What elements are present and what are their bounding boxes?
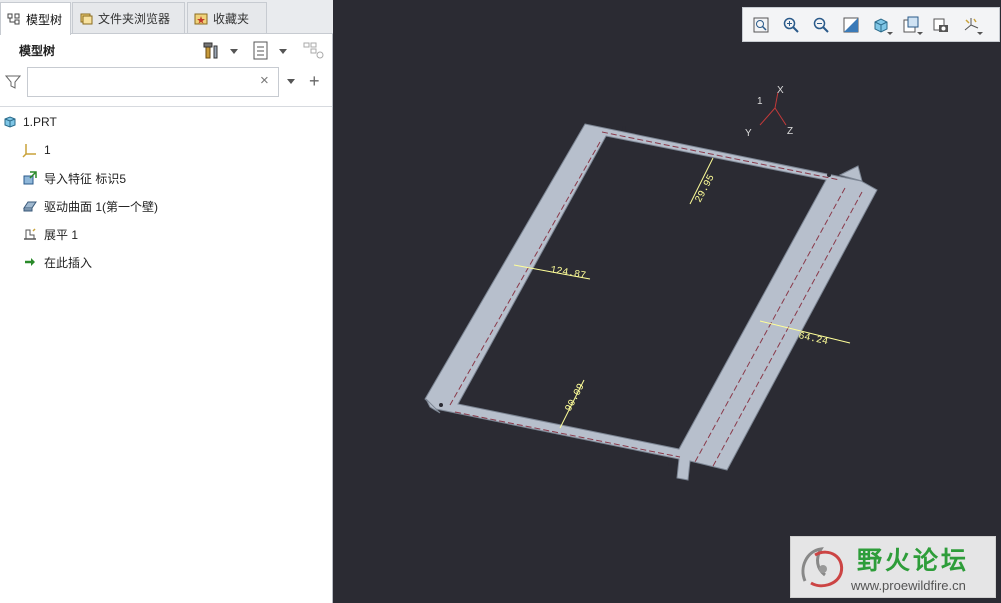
zoom-in-button[interactable] <box>779 13 803 37</box>
zoom-out-button[interactable] <box>809 13 833 37</box>
camera-icon <box>933 18 948 32</box>
repaint-icon <box>843 17 859 32</box>
coordinate-triad <box>759 91 787 126</box>
forum-logo <box>801 547 844 588</box>
zoom-out-icon <box>813 17 829 33</box>
chevron-down-icon <box>977 31 983 35</box>
dimension-right[interactable]: 64.24 <box>797 331 829 348</box>
forum-watermark: 野火论坛 www.proewildfire.cn <box>790 536 996 598</box>
model-drawing: X 1 Y Z 29.95 124.87 90.09 64.24 <box>424 85 878 481</box>
forum-url: www.proewildfire.cn <box>851 578 966 593</box>
zoom-in-icon <box>783 17 799 33</box>
view-manager-button[interactable] <box>929 13 953 37</box>
chevron-down-icon <box>917 31 923 35</box>
forum-title: 野火论坛 <box>857 546 970 575</box>
view-toolbar <box>742 7 1000 42</box>
saved-orientations-button[interactable] <box>899 13 923 37</box>
triad-z-label: Z <box>787 126 793 137</box>
triad-y-label: Y <box>745 128 752 139</box>
display-style-button[interactable] <box>869 13 893 37</box>
sheet-hole <box>668 462 672 466</box>
refit-icon <box>753 17 769 32</box>
datum-display-button[interactable] <box>959 13 983 37</box>
repaint-button[interactable] <box>839 13 863 37</box>
triad-one-label: 1 <box>757 96 763 107</box>
triad-x-label: X <box>777 85 784 96</box>
sheet-hole <box>827 173 831 177</box>
refit-button[interactable] <box>749 13 773 37</box>
chevron-down-icon <box>887 31 893 35</box>
sheet-hole <box>439 403 443 407</box>
sheet-hole <box>622 126 626 130</box>
